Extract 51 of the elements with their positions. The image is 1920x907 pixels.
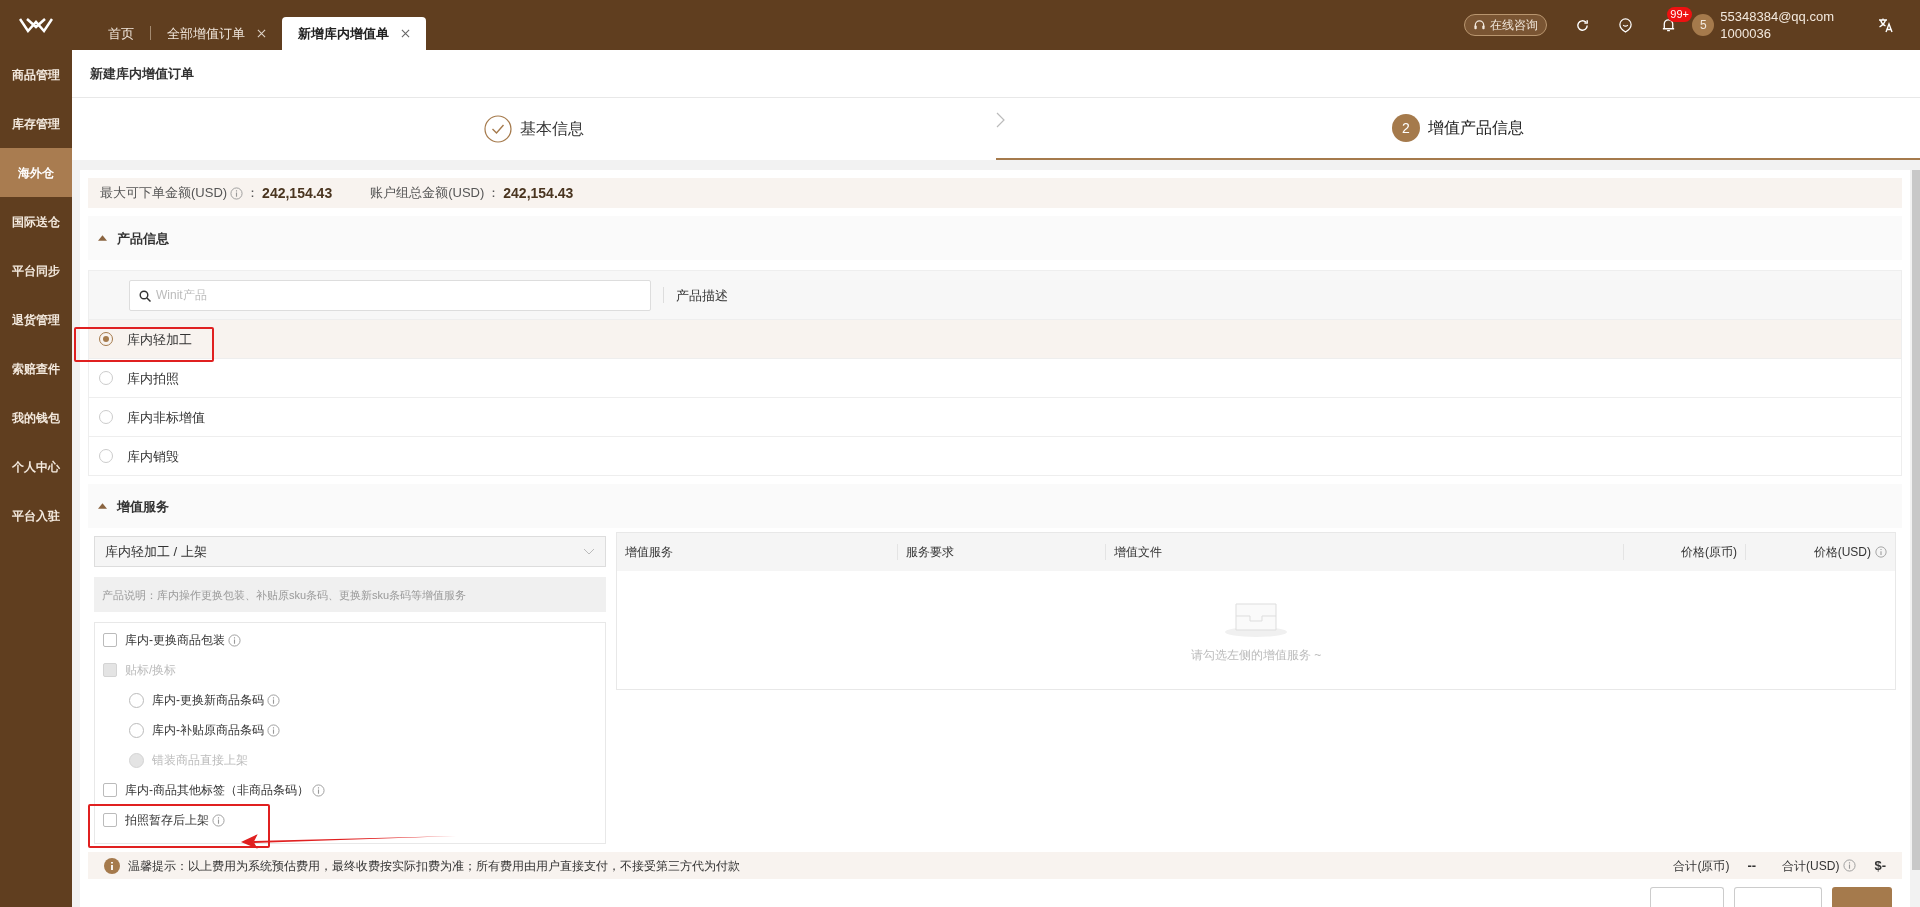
total-value: --: [1747, 856, 1757, 875]
sidebar-item[interactable]: 退货管理: [0, 295, 72, 344]
step-label: 增值产品信息: [1428, 118, 1524, 138]
option-label[interactable]: 拍照暂存后上架: [125, 811, 209, 830]
column-header: 产品描述: [676, 286, 728, 305]
product-description: 产品说明：库内操作更换包装、补贴原sku条码、更换新sku条码等增值服务: [94, 577, 606, 613]
tab[interactable]: 全部增值订单: [151, 17, 282, 50]
tab[interactable]: 首页: [92, 17, 150, 50]
amount-value: 242,154.43: [262, 183, 333, 203]
amount-value: 242,154.43: [503, 183, 574, 203]
notification-badge: 99+: [1667, 7, 1692, 22]
amount-label: 最大可下单金额(USD): [100, 184, 228, 203]
sidebar-item[interactable]: 我的钱包: [0, 393, 72, 442]
separator: ：: [487, 184, 501, 203]
page-title: 新建库内增值订单: [90, 64, 194, 83]
product-option[interactable]: 库内拍照: [127, 368, 179, 389]
sidebar-item[interactable]: 平台入驻: [0, 491, 72, 540]
product-option[interactable]: 库内销毁: [127, 446, 179, 467]
tip-text: 温馨提示：以上费用为系统预估费用，最终收费按实际扣费为准；所有费用由用户直接支付，不接受第三方代为付款: [128, 857, 741, 875]
total-label: 合计(原币): [1673, 857, 1730, 875]
option-label[interactable]: 库内-商品其他标签（非商品条码）: [125, 781, 309, 800]
empty-message: 请勾选左侧的增值服务 ~: [1190, 647, 1322, 665]
total-value: $-: [1874, 856, 1886, 875]
sidebar-item[interactable]: 索赔查件: [0, 344, 72, 393]
separator: ：: [246, 184, 260, 203]
section-title: 产品信息: [117, 229, 169, 248]
account-email: 55348384@qq.com: [1720, 8, 1834, 25]
step-number: 2: [1392, 114, 1420, 142]
column-header: 服务要求: [906, 544, 954, 562]
sidebar-item[interactable]: 商品管理: [0, 50, 72, 99]
sidebar-item[interactable]: 库存管理: [0, 99, 72, 148]
product-option[interactable]: 库内非标增值: [127, 407, 205, 428]
column-header: 增值服务: [625, 544, 673, 562]
sidebar-item[interactable]: 平台同步: [0, 246, 72, 295]
sidebar-item[interactable]: 海外仓: [0, 148, 72, 197]
consult-button[interactable]: 在线咨询: [1464, 14, 1548, 36]
sidebar-item[interactable]: 个人中心: [0, 442, 72, 491]
sidebar-item[interactable]: 国际送仓: [0, 197, 72, 246]
column-header: 价格(USD): [1813, 544, 1871, 562]
total-label: 合计(USD): [1782, 857, 1840, 875]
product-option[interactable]: 库内轻加工: [127, 329, 192, 350]
search-field[interactable]: Winit产品: [129, 279, 651, 311]
column-header: 增值文件: [1114, 544, 1162, 562]
amount-label: 账户组总金额(USD): [370, 184, 485, 203]
column-header: 价格(原币): [1681, 544, 1737, 562]
tab[interactable]: 新增库内增值单: [282, 17, 426, 50]
step-label: 基本信息: [520, 119, 584, 139]
account-id: 1000036: [1720, 25, 1772, 42]
select-field[interactable]: 库内轻加工 / 上架: [94, 536, 606, 568]
section-title: 增值服务: [117, 497, 169, 516]
option-label[interactable]: 库内-更换商品包装: [125, 631, 225, 650]
